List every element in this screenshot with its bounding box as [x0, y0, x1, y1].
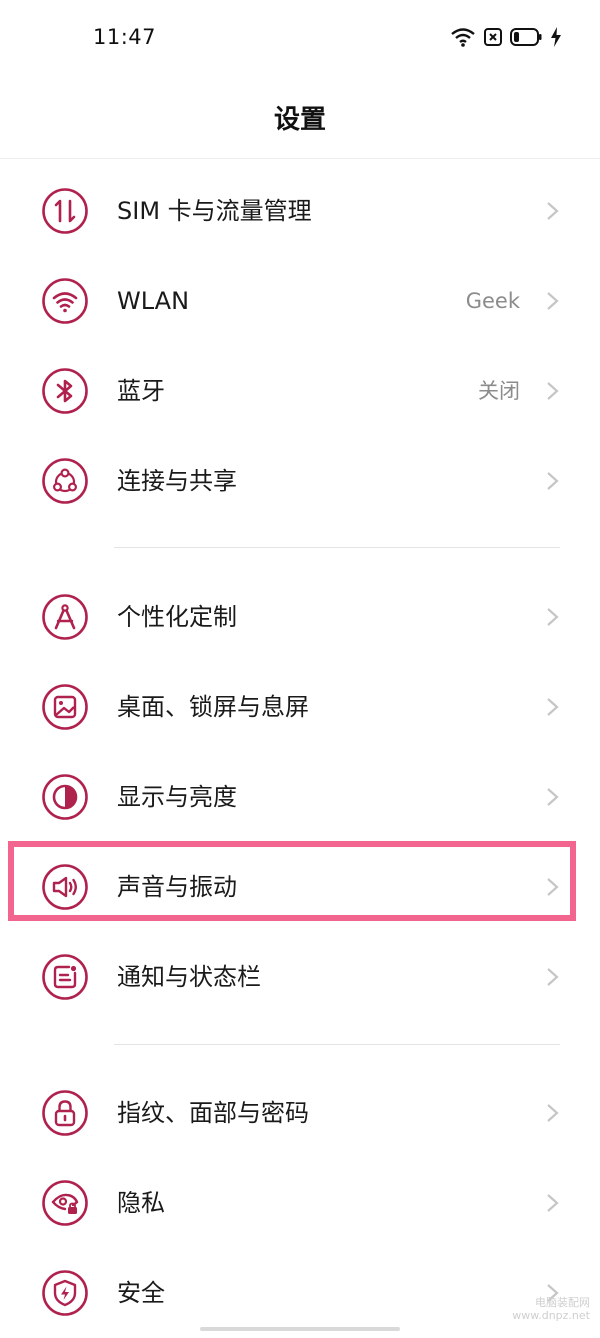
header: 设置	[0, 76, 600, 159]
watermark: 电脑装配网 www.dnpz.net	[512, 1296, 590, 1322]
status-time: 11:47	[93, 25, 157, 49]
settings-item-fingerprint-face-password[interactable]: 指纹、面部与密码	[0, 1068, 600, 1158]
no-sim-icon	[484, 28, 502, 46]
item-label: 指纹、面部与密码	[117, 1099, 309, 1127]
status-icons	[450, 27, 562, 47]
chevron-right-icon	[546, 697, 560, 717]
settings-item-security[interactable]: 安全	[0, 1248, 600, 1338]
item-label: 连接与共享	[117, 467, 237, 495]
notification-icon	[42, 954, 88, 1000]
settings-item-notification[interactable]: 通知与状态栏	[0, 932, 600, 1022]
privacy-eye-icon	[42, 1180, 88, 1226]
item-label: 通知与状态栏	[117, 963, 261, 991]
chevron-right-icon	[546, 291, 560, 311]
chevron-right-icon	[546, 607, 560, 627]
watermark-line1: 电脑装配网	[535, 1296, 590, 1309]
item-label: 蓝牙	[117, 377, 165, 405]
charging-icon	[550, 27, 562, 47]
chevron-right-icon	[546, 967, 560, 987]
chevron-right-icon	[546, 201, 560, 221]
chevron-right-icon	[546, 787, 560, 807]
settings-group-personalization: 个性化定制 桌面、锁屏与息屏 显示与亮度 声音与振动 通知与状态栏	[0, 572, 600, 1022]
item-label: SIM 卡与流量管理	[117, 197, 312, 225]
sim-data-icon	[42, 188, 88, 234]
page-title: 设置	[273, 105, 326, 135]
shield-icon	[42, 1270, 88, 1316]
item-label: 隐私	[117, 1189, 165, 1217]
item-label: WLAN	[117, 287, 190, 315]
bluetooth-value: 关闭	[478, 379, 520, 403]
item-label: 安全	[117, 1279, 165, 1307]
bluetooth-icon	[42, 368, 88, 414]
item-label: 声音与振动	[117, 873, 237, 901]
connection-share-icon	[42, 458, 88, 504]
lock-icon	[42, 1090, 88, 1136]
settings-item-display[interactable]: 显示与亮度	[0, 752, 600, 842]
settings-item-bluetooth[interactable]: 蓝牙 关闭	[0, 346, 600, 436]
item-label: 桌面、锁屏与息屏	[117, 693, 309, 721]
status-bar: 11:47	[0, 0, 600, 76]
chevron-right-icon	[546, 1103, 560, 1123]
wifi-icon	[42, 278, 88, 324]
battery-icon	[510, 28, 542, 46]
section-divider	[114, 547, 560, 548]
speaker-icon	[42, 864, 88, 910]
item-label: 显示与亮度	[117, 783, 237, 811]
item-label: 个性化定制	[117, 603, 237, 631]
chevron-right-icon	[546, 381, 560, 401]
settings-item-connection-share[interactable]: 连接与共享	[0, 436, 600, 526]
wlan-value: Geek	[465, 289, 520, 313]
settings-item-sim-data[interactable]: SIM 卡与流量管理	[0, 166, 600, 256]
settings-item-privacy[interactable]: 隐私	[0, 1158, 600, 1248]
compass-icon	[42, 594, 88, 640]
wallpaper-icon	[42, 684, 88, 730]
settings-group-security: 指纹、面部与密码 隐私 安全	[0, 1068, 600, 1338]
settings-item-wallpaper[interactable]: 桌面、锁屏与息屏	[0, 662, 600, 752]
display-brightness-icon	[42, 774, 88, 820]
section-divider	[114, 1044, 560, 1045]
settings-item-sound-vibration[interactable]: 声音与振动	[0, 842, 600, 932]
settings-item-personalization[interactable]: 个性化定制	[0, 572, 600, 662]
settings-group-network: SIM 卡与流量管理 WLAN Geek 蓝牙 关闭 连接与共享	[0, 166, 600, 526]
watermark-line2: www.dnpz.net	[512, 1309, 590, 1322]
chevron-right-icon	[546, 877, 560, 897]
chevron-right-icon	[546, 471, 560, 491]
chevron-right-icon	[546, 1193, 560, 1213]
settings-item-wlan[interactable]: WLAN Geek	[0, 256, 600, 346]
wifi-status-icon	[450, 27, 476, 47]
home-indicator[interactable]	[200, 1327, 400, 1331]
